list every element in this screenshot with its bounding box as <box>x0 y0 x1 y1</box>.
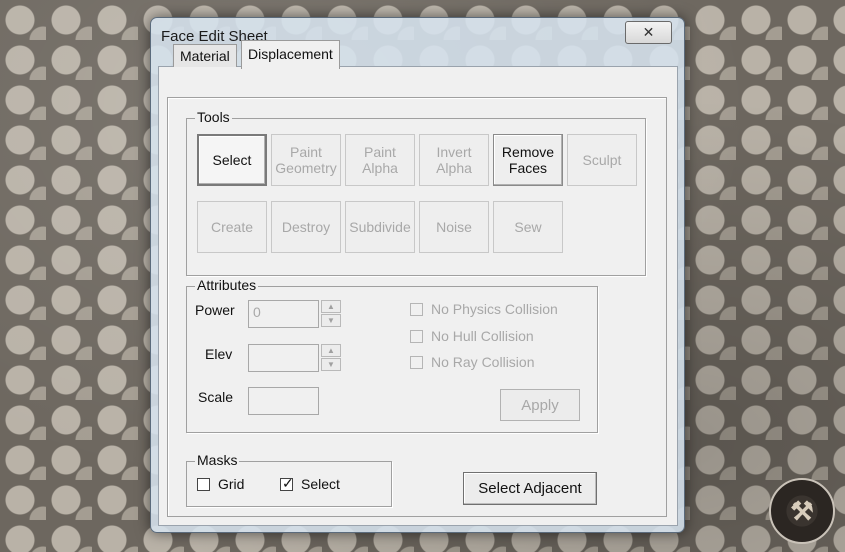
close-button[interactable]: ✕ <box>625 21 672 44</box>
power-field[interactable]: 0 <box>248 300 319 328</box>
tab-displacement[interactable]: Displacement <box>241 40 340 69</box>
elev-spin-up[interactable]: ▲ <box>321 344 341 357</box>
checkbox[interactable]: ✓ <box>280 474 294 491</box>
create-button[interactable]: Create <box>197 201 267 253</box>
tools-label: Tools <box>195 109 232 125</box>
checkbox[interactable] <box>410 355 423 369</box>
mapping-logo-icon: ⚒ <box>790 495 814 526</box>
sew-button[interactable]: Sew <box>493 201 563 253</box>
face-edit-sheet-window: Face Edit Sheet ✕ Material Displacement … <box>150 17 685 533</box>
paint-alpha-button[interactable]: Paint Alpha <box>345 134 415 186</box>
destroy-button[interactable]: Destroy <box>271 201 341 253</box>
checkbox[interactable] <box>410 302 423 316</box>
power-spin-up[interactable]: ▲ <box>321 300 341 313</box>
displacement-panel: Tools Select Paint Geometry Paint Alpha … <box>167 97 667 517</box>
select-tool-button[interactable]: Select <box>197 134 267 186</box>
remove-faces-button[interactable]: Remove Faces <box>493 134 563 186</box>
spin-up-icon: ▲ <box>327 302 335 311</box>
grid-label: Grid <box>218 476 245 492</box>
no-physics-collision-label: No Physics Collision <box>431 301 558 317</box>
spin-up-icon: ▲ <box>327 346 335 355</box>
checkbox[interactable] <box>410 329 423 343</box>
client-area: Material Displacement Tools Select Paint… <box>158 40 678 526</box>
no-ray-collision-check[interactable]: No Ray Collision <box>410 354 534 370</box>
no-physics-collision-check[interactable]: No Physics Collision <box>410 301 558 317</box>
elev-label: Elev <box>205 346 233 362</box>
tab-material[interactable]: Material <box>173 44 237 67</box>
checkmark-icon: ✓ <box>282 474 294 491</box>
masks-label: Masks <box>195 452 240 468</box>
select-mask-label: Select <box>301 476 340 492</box>
mapping-logo: ⚒ <box>769 478 835 544</box>
masks-group: Masks Grid ✓ Select <box>186 452 392 507</box>
power-spin-down[interactable]: ▼ <box>321 314 341 327</box>
attributes-group: Attributes Power 0 ▲ ▼ Elev ▲ ▼ Scale No… <box>186 277 598 433</box>
paint-geometry-button[interactable]: Paint Geometry <box>271 134 341 186</box>
elev-field[interactable] <box>248 344 319 372</box>
subdivide-button[interactable]: Subdivide <box>345 201 415 253</box>
grid-check[interactable]: Grid <box>197 476 244 492</box>
sculpt-button[interactable]: Sculpt <box>567 134 637 186</box>
apply-button[interactable]: Apply <box>500 389 580 421</box>
select-adjacent-button[interactable]: Select Adjacent <box>463 472 597 505</box>
tools-group: Tools Select Paint Geometry Paint Alpha … <box>186 109 646 276</box>
attributes-label: Attributes <box>195 277 259 293</box>
scale-label: Scale <box>198 389 234 405</box>
elev-spin-down[interactable]: ▼ <box>321 358 341 371</box>
power-label: Power <box>195 302 235 318</box>
scale-field[interactable] <box>248 387 319 415</box>
spin-down-icon: ▼ <box>327 316 335 325</box>
select-mask-check[interactable]: ✓ Select <box>280 474 340 492</box>
invert-alpha-button[interactable]: Invert Alpha <box>419 134 489 186</box>
no-ray-collision-label: No Ray Collision <box>431 354 535 370</box>
no-hull-collision-check[interactable]: No Hull Collision <box>410 328 534 344</box>
noise-button[interactable]: Noise <box>419 201 489 253</box>
no-hull-collision-label: No Hull Collision <box>431 328 534 344</box>
checkbox[interactable] <box>197 477 210 491</box>
spin-down-icon: ▼ <box>327 360 335 369</box>
close-icon: ✕ <box>642 24 655 40</box>
